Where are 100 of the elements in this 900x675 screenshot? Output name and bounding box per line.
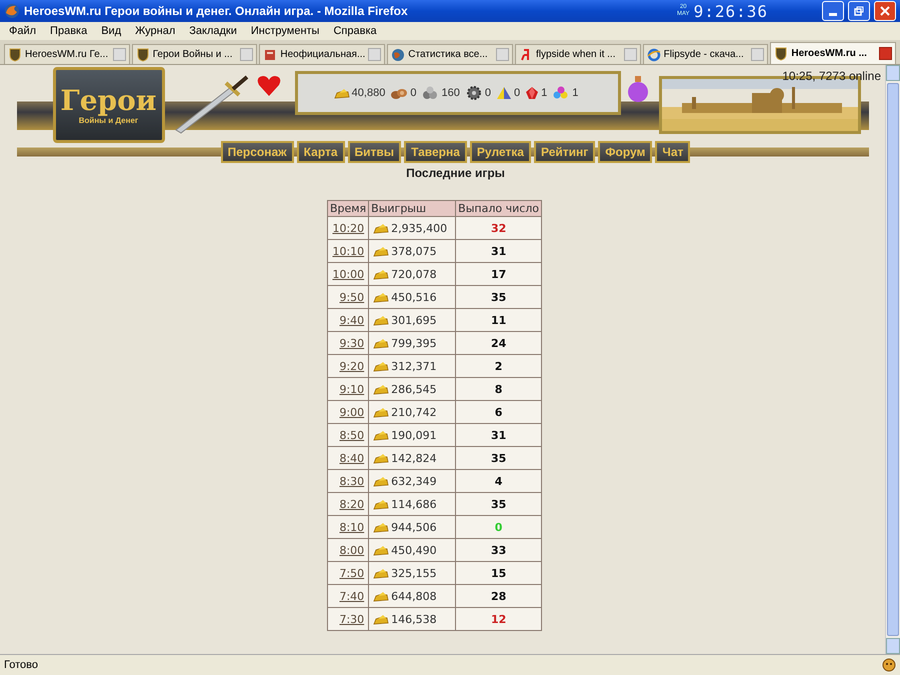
ingot-icon (373, 314, 390, 326)
drawn-number: 0 (494, 520, 502, 534)
drawn-number: 6 (494, 406, 502, 418)
resource-count: 160 (441, 87, 460, 99)
menu-item[interactable]: Закладки (182, 25, 244, 37)
ingot-icon (373, 590, 390, 602)
crystal-icon (525, 86, 540, 100)
shield-icon (136, 48, 150, 62)
browser-tab[interactable]: HeroesWM.ru ... (770, 42, 896, 64)
drawn-number: 2 (494, 360, 502, 372)
ingot-icon (373, 544, 390, 556)
drawn-number: 8 (494, 382, 502, 396)
drawn-number: 35 (490, 498, 506, 510)
ingot-icon (373, 614, 390, 624)
winnings-amount: 301,695 (391, 314, 437, 326)
resource-count: 40,880 (352, 87, 386, 99)
drawn-number: 33 (490, 544, 506, 556)
drawn-number: 32 (490, 222, 506, 234)
winnings-amount: 450,516 (391, 290, 437, 304)
ingot-icon (373, 522, 390, 532)
close-button[interactable] (874, 1, 896, 21)
winnings-amount: 944,506 (391, 520, 437, 534)
clock: 9:26:36 (694, 2, 768, 20)
winnings-amount: 146,538 (391, 612, 437, 626)
column-header: Выигрыш (368, 200, 456, 216)
winnings-amount: 450,490 (391, 544, 437, 556)
game-logo[interactable]: Герои Войны и Денег (52, 67, 164, 143)
shield-icon (774, 46, 788, 60)
heart-icon (256, 75, 280, 97)
browser-tab[interactable]: Герои Войны и ... (132, 44, 258, 64)
ingot-icon (373, 246, 390, 256)
online-count: 10:25, 7273 online (782, 69, 881, 83)
globe-icon (646, 48, 661, 62)
drawn-number: 17 (490, 268, 506, 280)
close-icon (880, 6, 890, 16)
nav-button[interactable]: Чат (655, 141, 690, 163)
gear-icon (464, 86, 483, 100)
ingot-icon (373, 338, 390, 348)
minimize-icon (829, 12, 837, 16)
winnings-amount: 632,349 (391, 474, 437, 488)
nav-button[interactable]: Карта (296, 141, 345, 163)
column-header: Время (327, 200, 369, 216)
nav-button[interactable]: Персонаж (220, 141, 294, 163)
section-title: Последние игры (406, 166, 505, 180)
winnings-amount: 190,091 (391, 428, 437, 442)
nav-button[interactable]: Рулетка (470, 141, 531, 163)
drawn-number: 4 (494, 474, 502, 488)
nav-button[interactable]: Битвы (348, 141, 402, 163)
window-title: HeroesWM.ru Герои войны и денег. Онлайн игра. - Mozilla Firefox (24, 4, 409, 18)
browser-tab[interactable]: flypside when it ... (514, 44, 641, 64)
winnings-amount: 114,686 (391, 498, 437, 510)
menu-item[interactable]: Правка (43, 25, 94, 37)
winnings-amount: 325,155 (391, 566, 437, 580)
winnings-amount: 378,075 (391, 244, 437, 258)
menu-item[interactable]: Вид (94, 25, 128, 37)
winnings-amount: 2,935,400 (391, 222, 448, 234)
winnings-amount: 210,742 (391, 406, 437, 418)
drawn-number: 31 (490, 428, 506, 442)
browser-tab[interactable]: Flipsyde - скача... (642, 44, 768, 64)
resource-count: 0 (410, 87, 416, 99)
ingot-icon (373, 222, 390, 234)
nav-button[interactable]: Форум (598, 141, 652, 163)
resource-count: 1 (572, 87, 578, 99)
menu-item[interactable]: Журнал (128, 25, 182, 37)
shield-icon (8, 48, 22, 62)
ingot-icon (373, 360, 390, 372)
menu-item[interactable]: Справка (326, 25, 384, 37)
menu-item[interactable]: Файл (2, 25, 44, 37)
ingot-icon (373, 568, 390, 578)
resource-count: 0 (484, 87, 491, 99)
restore-button[interactable] (848, 1, 870, 21)
logs-icon (390, 86, 408, 100)
nav-button[interactable]: Таверна (404, 141, 467, 163)
ingot-icon (373, 498, 390, 510)
drawn-number: 12 (490, 612, 506, 626)
restore-icon (854, 6, 864, 16)
ingot-icon (373, 406, 390, 418)
nav-button[interactable]: Рейтинг (534, 141, 596, 163)
winnings-amount: 720,078 (391, 268, 437, 280)
drawn-number: 15 (490, 566, 506, 580)
potion-icon (626, 75, 648, 103)
tab-close-icon[interactable] (879, 47, 892, 60)
browser-tab[interactable]: Неофициальная... (259, 44, 386, 64)
drawn-number: 28 (490, 590, 506, 602)
minimize-button[interactable] (822, 1, 844, 21)
ingot-icon (334, 88, 350, 98)
browser-tab[interactable]: Статистика все... (387, 44, 513, 64)
menu-item[interactable]: Инструменты (244, 25, 326, 37)
smiley-icon (882, 658, 896, 672)
status-text: Готово (4, 659, 38, 671)
drawn-number: 31 (490, 244, 506, 258)
ingot-icon (373, 384, 390, 394)
scrollbar[interactable] (885, 65, 900, 654)
drawn-number: 11 (490, 314, 506, 326)
browser-tab[interactable]: HeroesWM.ru Ге... (4, 44, 130, 64)
winnings-amount: 799,395 (391, 336, 437, 350)
winnings-amount: 312,371 (391, 360, 437, 372)
resource-count: 1 (541, 87, 548, 99)
pyramid-icon (496, 86, 512, 100)
ingot-icon (373, 452, 390, 464)
